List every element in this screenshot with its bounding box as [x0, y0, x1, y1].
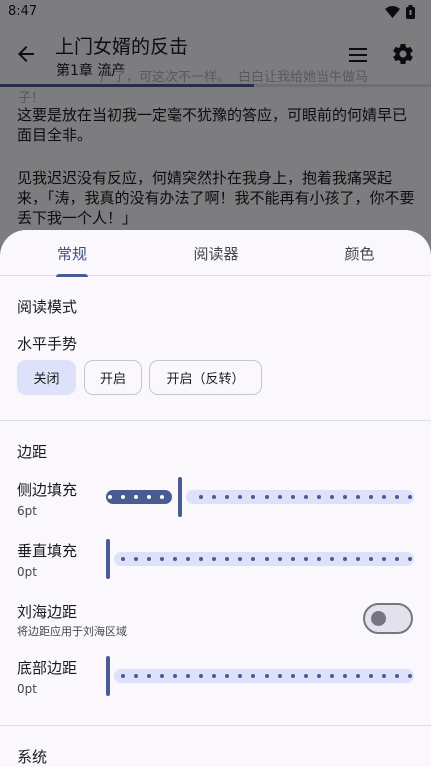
- slider-step-dot: [277, 674, 282, 678]
- slider-step-dot: [329, 674, 334, 678]
- tab-indicator: [56, 274, 88, 277]
- slider-step-dot: [381, 674, 386, 678]
- horizontal-gesture-label: 水平手势: [17, 335, 78, 353]
- slider-step-dot: [368, 674, 373, 678]
- slider-step-dot: [277, 495, 282, 499]
- slider-step-dot: [316, 495, 321, 499]
- slider-step-dot: [355, 674, 360, 678]
- slider-step-dot: [329, 495, 334, 499]
- reader-settings-sheet: 常规 阅读器 颜色 阅读模式 水平手势 关闭 开启 开启（反转） 边距 侧边填充…: [0, 230, 431, 767]
- tab-reader-label: 阅读器: [193, 244, 239, 263]
- slider-step-dot: [316, 674, 321, 678]
- bottom-margin-label: 底部边距: [17, 659, 78, 677]
- slider-step-dot: [303, 557, 308, 561]
- slider-step-dot: [408, 557, 412, 561]
- tab-colors-label: 颜色: [344, 244, 375, 263]
- slider-step-dot: [264, 674, 269, 678]
- vertical-padding-value: 0pt: [17, 565, 37, 579]
- slider-step-dot: [264, 557, 269, 561]
- slider-step-dot: [368, 495, 373, 499]
- slider-handle[interactable]: [106, 539, 110, 579]
- tab-reader[interactable]: 阅读器: [144, 230, 288, 276]
- slider-step-dot: [394, 674, 399, 678]
- section-divider: [0, 420, 431, 421]
- slider-step-dot: [329, 557, 334, 561]
- tab-general[interactable]: 常规: [0, 230, 144, 277]
- slider-step-dot: [408, 674, 412, 678]
- slider-step-dot: [303, 674, 308, 678]
- slider-handle[interactable]: [106, 656, 110, 696]
- side-padding-label: 侧边填充: [17, 481, 78, 499]
- section-divider: [0, 725, 431, 726]
- tab-colors[interactable]: 颜色: [288, 230, 431, 276]
- slider-step-dot: [381, 557, 386, 561]
- slider-step-dot: [121, 495, 126, 499]
- chip-label: 开启（反转）: [166, 372, 245, 387]
- bottom-margin-value: 0pt: [17, 682, 37, 696]
- slider-step-dot: [290, 495, 295, 499]
- slider-step-dot: [342, 495, 347, 499]
- system-heading: 系统: [17, 748, 48, 766]
- slider-step-dot: [355, 557, 360, 561]
- vertical-padding-slider[interactable]: [104, 539, 414, 579]
- reading-mode-heading: 阅读模式: [17, 298, 78, 316]
- slider-step-dot: [342, 674, 347, 678]
- notch-margin-switch[interactable]: [363, 603, 413, 634]
- slider-step-dot: [290, 557, 295, 561]
- side-padding-slider[interactable]: [104, 477, 414, 517]
- gesture-reversed-chip[interactable]: 开启（反转）: [149, 360, 262, 395]
- slider-step-dot: [264, 495, 269, 499]
- notch-margin-label: 刘海边距: [17, 603, 78, 621]
- slider-step-dot: [355, 495, 360, 499]
- gesture-off-chip[interactable]: 关闭: [17, 360, 76, 395]
- slider-step-dot: [316, 557, 321, 561]
- bottom-margin-slider[interactable]: [104, 656, 414, 696]
- chip-label: 开启: [99, 372, 126, 387]
- slider-track: [186, 490, 414, 504]
- slider-step-dot: [121, 557, 126, 561]
- margins-heading: 边距: [17, 443, 48, 461]
- slider-handle[interactable]: [178, 477, 182, 517]
- slider-step-dot: [368, 557, 373, 561]
- slider-step-dot: [303, 495, 308, 499]
- side-padding-value: 6pt: [17, 504, 37, 518]
- slider-step-dot: [277, 557, 282, 561]
- slider-step-dot: [342, 557, 347, 561]
- slider-step-dot: [121, 674, 126, 678]
- vertical-padding-label: 垂直填充: [17, 542, 78, 560]
- tab-general-label: 常规: [56, 244, 87, 263]
- slider-step-dot: [381, 495, 386, 499]
- slider-step-dot: [290, 674, 295, 678]
- switch-knob: [371, 611, 386, 626]
- slider-step-dot: [408, 495, 412, 499]
- chip-label: 关闭: [33, 372, 60, 387]
- settings-tabs: 常规 阅读器 颜色: [0, 230, 431, 277]
- notch-margin-description: 将边距应用于刘海区域: [17, 625, 127, 638]
- gesture-on-chip[interactable]: 开启: [84, 360, 142, 395]
- slider-step-dot: [394, 557, 399, 561]
- slider-step-dot: [394, 495, 399, 499]
- slider-step-dot: [108, 495, 112, 499]
